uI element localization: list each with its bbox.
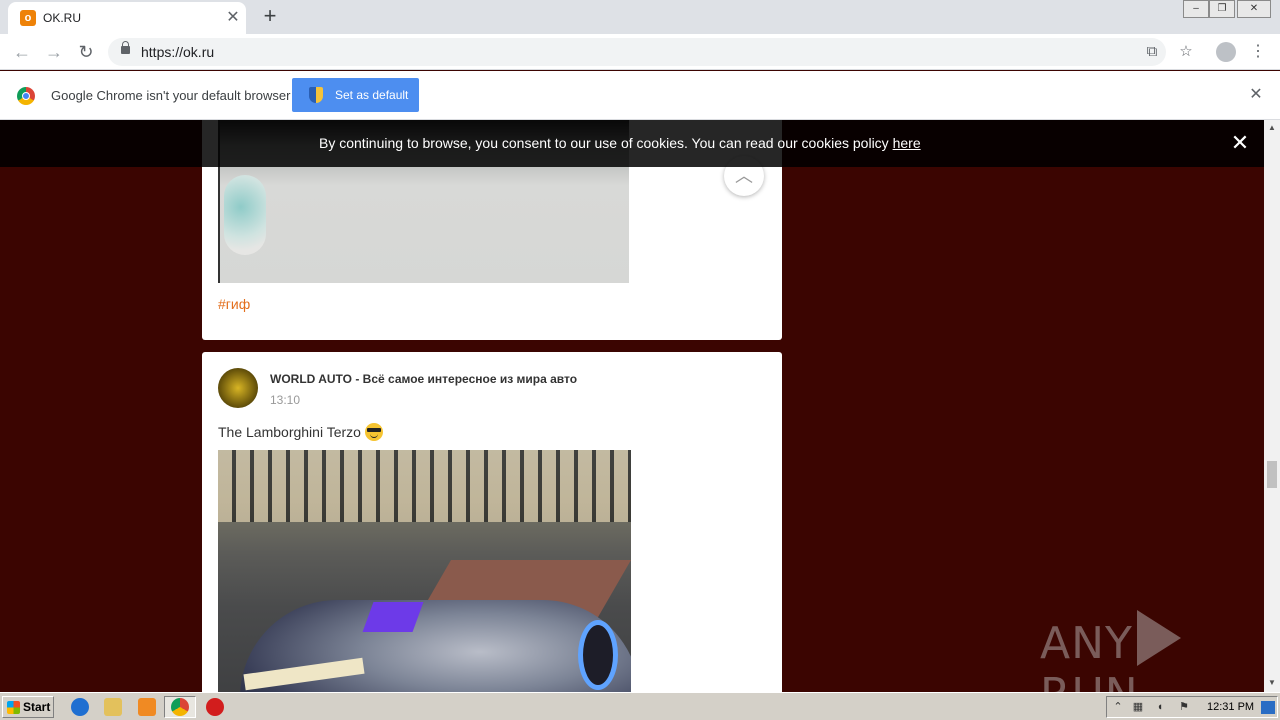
post-hashtag-link[interactable]: #гиф (218, 296, 250, 312)
forward-icon[interactable]: → (42, 40, 66, 64)
cookie-message: By continuing to browse, you consent to … (319, 135, 921, 151)
volume-icon[interactable]: ◖ (1153, 701, 1167, 714)
address-bar[interactable]: https://ok.ru ⧉ (108, 38, 1166, 66)
windows-logo-icon (7, 701, 20, 714)
media-player-icon[interactable] (138, 698, 156, 716)
internet-explorer-icon[interactable] (71, 698, 89, 716)
file-explorer-icon[interactable] (104, 698, 122, 716)
start-button[interactable]: Start (2, 696, 54, 718)
tab-title: OK.RU (43, 11, 82, 25)
chrome-logo-icon (17, 87, 35, 105)
show-desktop-icon[interactable] (1261, 701, 1275, 714)
bookmark-star-icon[interactable]: ☆ (1176, 42, 1196, 62)
post-text-content: The Lamborghini Terzo (218, 424, 361, 440)
cookie-message-text: By continuing to browse, you consent to … (319, 135, 889, 151)
restore-button[interactable]: ❐ (1209, 0, 1235, 18)
network-icon[interactable]: ▦ (1131, 701, 1145, 714)
set-as-default-label: Set as default (335, 88, 409, 102)
tab-strip: о OK.RU ✕ + ‒ ❐ ✕ (0, 0, 1280, 34)
page-content: #гиф ︿ WORLD AUTO - Всё самое интересное… (0, 120, 1264, 692)
post-text: The Lamborghini Terzo (218, 423, 383, 441)
default-browser-infobar: Google Chrome isn't your default browser… (0, 71, 1280, 120)
start-label: Start (23, 700, 51, 714)
clock[interactable]: 12:31 PM (1207, 701, 1254, 713)
image-car-wheel (578, 620, 618, 690)
scrollbar-thumb[interactable] (1267, 461, 1277, 488)
feed-post: WORLD AUTO - Всё самое интересное из мир… (202, 352, 782, 692)
post-image[interactable] (218, 450, 631, 692)
system-tray: ⌃ ▦ ◖ ⚑ 12:31 PM (1106, 696, 1278, 718)
infobar-message: Google Chrome isn't your default browser (51, 88, 291, 103)
lock-icon (121, 41, 130, 54)
uac-shield-icon (309, 87, 323, 103)
back-icon[interactable]: ← (10, 40, 34, 64)
chrome-icon (171, 698, 189, 716)
tray-expand-icon[interactable]: ⌃ (1111, 701, 1125, 714)
stop-icon[interactable] (206, 698, 224, 716)
chrome-taskbar-button[interactable] (164, 696, 196, 718)
translate-icon[interactable]: ⧉ (1142, 42, 1162, 62)
sunglasses-emoji-icon (364, 423, 383, 441)
page-scrollbar[interactable]: ▲ ▼ (1264, 120, 1280, 692)
scroll-up-arrow-icon[interactable]: ▲ (1268, 123, 1276, 132)
set-as-default-button[interactable]: Set as default (292, 78, 419, 112)
watermark-left-text: ANY (1040, 618, 1133, 669)
reload-icon[interactable]: ↻ (74, 40, 98, 64)
cookie-close-icon[interactable]: ✕ (1230, 132, 1250, 154)
action-center-flag-icon[interactable]: ⚑ (1177, 701, 1191, 714)
minimize-button[interactable]: ‒ (1183, 0, 1209, 18)
watermark-play-icon (1136, 610, 1181, 666)
image-building (218, 450, 631, 522)
new-tab-button[interactable]: + (259, 5, 281, 27)
close-window-button[interactable]: ✕ (1237, 0, 1271, 18)
profile-avatar-icon[interactable] (1216, 42, 1236, 62)
browser-tab[interactable]: о OK.RU ✕ (8, 2, 246, 34)
chrome-menu-icon[interactable]: ⋮ (1250, 40, 1266, 64)
infobar-close-icon[interactable]: ✕ (1247, 86, 1265, 104)
group-avatar[interactable] (218, 368, 258, 408)
windows-taskbar: Start ⌃ ▦ ◖ ⚑ 12:31 PM (0, 692, 1280, 720)
url-text: https://ok.ru (141, 44, 215, 60)
cookie-consent-banner: By continuing to browse, you consent to … (0, 120, 1264, 167)
post-timestamp: 13:10 (270, 393, 301, 407)
browser-toolbar: ← → ↻ https://ok.ru ⧉ ☆ ⋮ (0, 34, 1280, 70)
tab-close-icon[interactable]: ✕ (224, 9, 242, 27)
post-author-link[interactable]: WORLD AUTO - Всё самое интересное из мир… (270, 372, 577, 386)
gif-figure (224, 175, 266, 255)
cookie-policy-link[interactable]: here (893, 135, 921, 151)
ok-favicon-icon: о (20, 10, 36, 26)
